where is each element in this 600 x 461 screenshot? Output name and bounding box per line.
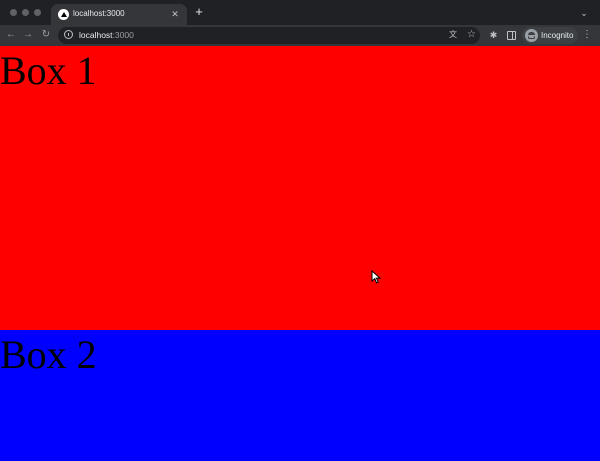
favicon-icon [58,9,69,20]
tab-strip: localhost:3000 ✕ + ⌄ [0,0,600,25]
profile-label: Incognito [541,31,574,40]
info-icon[interactable] [64,30,73,39]
box-2: Box 2 [0,330,600,461]
box-1-title: Box 1 [0,48,97,93]
page-viewport: Box 1 Box 2 [0,46,600,461]
plus-icon[interactable]: + [193,5,205,18]
tab-title: localhost:3000 [73,9,125,18]
tab-localhost[interactable]: localhost:3000 ✕ [51,4,187,25]
window-minimize-icon[interactable] [22,9,29,16]
incognito-icon [525,29,538,42]
browser-window: localhost:3000 ✕ + ⌄ ← → ↻ localhost:300… [0,0,600,461]
side-panel-icon[interactable] [507,31,516,40]
arrow-right-icon[interactable]: → [21,28,35,42]
window-close-icon[interactable] [10,9,17,16]
window-maximize-icon[interactable] [34,9,41,16]
box-1: Box 1 [0,46,600,330]
browser-toolbar: ← → ↻ localhost:3000 文 ☆ ✱ Incognito ⋮ [0,25,600,46]
mouse-cursor-icon [371,270,382,284]
chevron-down-icon[interactable]: ⌄ [578,7,590,19]
url-host: localhost [79,30,113,40]
reload-icon[interactable]: ↻ [39,28,53,42]
address-bar[interactable]: localhost:3000 文 ☆ [58,27,480,44]
profile-chip[interactable]: Incognito [522,27,578,44]
kebab-menu-icon[interactable]: ⋮ [582,29,592,41]
close-icon[interactable]: ✕ [169,8,181,20]
puzzle-icon[interactable]: ✱ [488,29,499,41]
url-text: localhost:3000 [79,29,134,42]
star-icon[interactable]: ☆ [466,29,477,41]
url-port: :3000 [112,30,134,40]
translate-icon[interactable]: 文 [448,30,458,40]
arrow-left-icon[interactable]: ← [4,28,18,42]
box-2-title: Box 2 [0,332,97,377]
